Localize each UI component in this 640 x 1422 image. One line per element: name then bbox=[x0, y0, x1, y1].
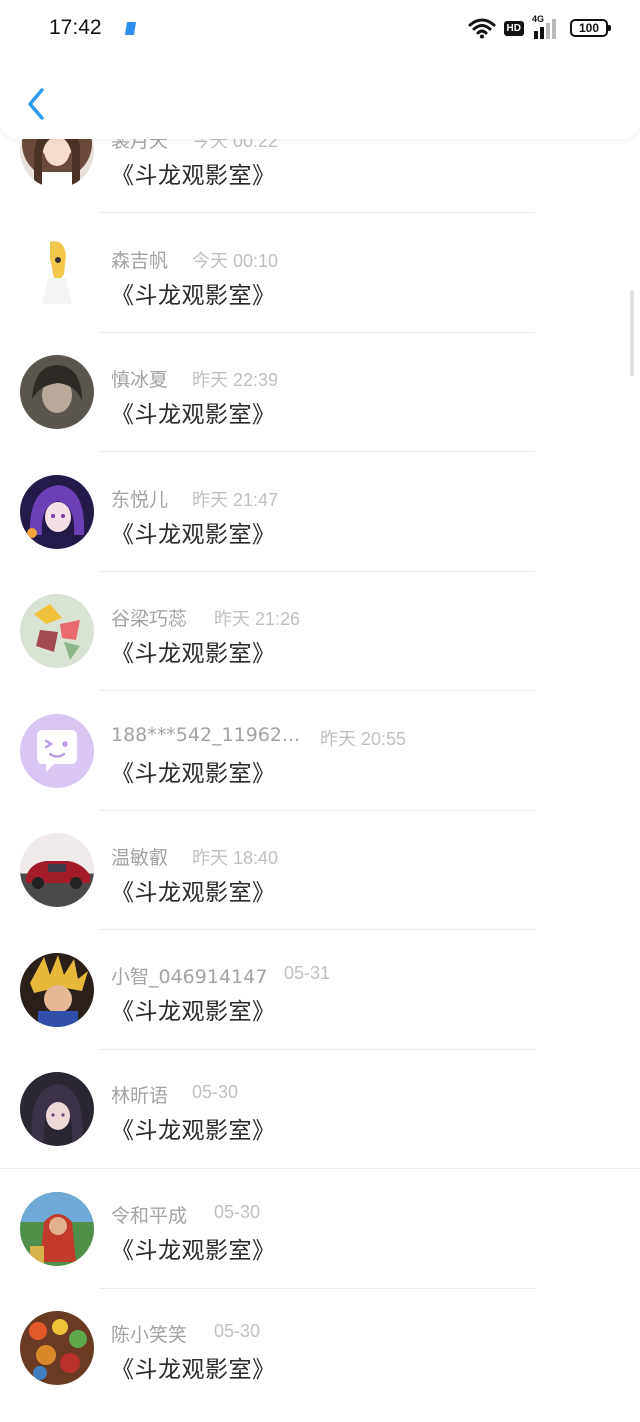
message-preview: 《斗龙观影室》 bbox=[111, 283, 276, 309]
list-item[interactable]: 慎冰夏 昨天 22:39 《斗龙观影室》 bbox=[0, 333, 640, 453]
list-item[interactable]: 东悦儿 昨天 21:47 《斗龙观影室》 bbox=[0, 453, 640, 573]
sender-name: 陈小笑笑 bbox=[111, 1324, 188, 1346]
sender-name: 林昕语 bbox=[111, 1085, 169, 1107]
message-time: 昨天 21:47 bbox=[192, 490, 279, 510]
message-preview: 《斗龙观影室》 bbox=[111, 999, 276, 1025]
message-preview: 《斗龙观影室》 bbox=[111, 761, 276, 787]
avatar[interactable] bbox=[20, 714, 94, 788]
sender-name: 小智_046914147 bbox=[111, 966, 268, 988]
list-item[interactable]: 令和平成 05-30 《斗龙观影室》 bbox=[0, 1170, 640, 1290]
sender-name: 温敏叡 bbox=[111, 847, 169, 869]
chevron-left-icon bbox=[28, 88, 44, 120]
divider bbox=[100, 451, 535, 452]
message-preview: 《斗龙观影室》 bbox=[111, 402, 276, 428]
message-preview: 《斗龙观影室》 bbox=[111, 1118, 276, 1144]
avatar[interactable] bbox=[20, 1072, 94, 1146]
avatar-image bbox=[42, 241, 72, 304]
scrollbar[interactable] bbox=[630, 290, 634, 376]
network-type-label: 4G bbox=[532, 14, 545, 24]
list-item[interactable]: 陈小笑笑 05-30 《斗龙观影室》 bbox=[0, 1289, 640, 1409]
list-item[interactable]: 森吉帆 今天 00:10 《斗龙观影室》 bbox=[0, 214, 640, 334]
avatar[interactable] bbox=[20, 953, 94, 1027]
message-time: 05-30 bbox=[214, 1202, 261, 1222]
avatar-image bbox=[26, 861, 90, 889]
divider bbox=[0, 1168, 640, 1169]
sender-name: 慎冰夏 bbox=[111, 369, 169, 391]
hd-badge: HD bbox=[503, 20, 524, 36]
sender-name: 东悦儿 bbox=[111, 489, 169, 511]
message-time: 昨天 21:26 bbox=[214, 609, 301, 629]
battery-icon: 100 bbox=[570, 19, 611, 37]
list-item[interactable]: 林昕语 05-30 《斗龙观影室》 bbox=[0, 1050, 640, 1170]
message-preview: 《斗龙观影室》 bbox=[111, 163, 276, 189]
avatar[interactable] bbox=[20, 355, 94, 429]
status-icons: HD 4G 100 bbox=[468, 14, 611, 40]
avatar[interactable] bbox=[20, 1311, 94, 1385]
sender-name: 森吉帆 bbox=[111, 250, 169, 272]
list-item[interactable]: 谷梁巧蕊 昨天 21:26 《斗龙观影室》 bbox=[0, 572, 640, 692]
list-item[interactable]: 温敏叡 昨天 18:40 《斗龙观影室》 bbox=[0, 811, 640, 931]
avatar-image bbox=[31, 1084, 83, 1142]
avatar-image bbox=[32, 365, 82, 413]
message-time: 05-30 bbox=[192, 1082, 239, 1102]
message-time: 05-30 bbox=[214, 1321, 261, 1341]
avatar[interactable] bbox=[20, 234, 94, 308]
avatar[interactable] bbox=[20, 594, 94, 668]
sender-name: 188***542_11962... bbox=[111, 724, 301, 746]
avatar[interactable] bbox=[20, 1192, 94, 1266]
message-time: 昨天 18:40 bbox=[192, 848, 279, 868]
list-item[interactable]: 188***542_11962... 昨天 20:55 《斗龙观影室》 bbox=[0, 692, 640, 812]
message-preview: 《斗龙观影室》 bbox=[111, 641, 276, 667]
divider bbox=[100, 690, 535, 691]
avatar-image bbox=[29, 1319, 87, 1380]
sender-name: 谷梁巧蕊 bbox=[111, 608, 188, 630]
avatar-image bbox=[20, 1192, 94, 1264]
message-time: 今天 00:10 bbox=[192, 251, 279, 271]
divider bbox=[100, 929, 535, 930]
message-time: 昨天 20:55 bbox=[320, 729, 407, 749]
back-button[interactable] bbox=[18, 82, 54, 126]
list-item[interactable]: 小智_046914147 05-31 《斗龙观影室》 bbox=[0, 931, 640, 1051]
divider bbox=[100, 212, 535, 213]
message-preview: 《斗龙观影室》 bbox=[111, 522, 276, 548]
sender-name: 令和平成 bbox=[111, 1205, 188, 1227]
avatar-image bbox=[27, 485, 85, 538]
message-preview: 《斗龙观影室》 bbox=[111, 880, 276, 906]
status-time: 17:42 bbox=[49, 16, 102, 39]
message-time: 昨天 22:39 bbox=[192, 370, 279, 390]
avatar-image bbox=[34, 604, 80, 660]
message-preview: 《斗龙观影室》 bbox=[111, 1238, 276, 1264]
wifi-icon bbox=[468, 18, 496, 39]
avatar[interactable] bbox=[20, 475, 94, 549]
message-list[interactable]: 裴月天 今天 00:22 《斗龙观影室》 森吉帆 今天 00:10 《斗龙观影室… bbox=[0, 0, 640, 1422]
chat-bubble-icon bbox=[37, 730, 77, 772]
avatar-image bbox=[30, 955, 88, 1027]
avatar[interactable] bbox=[20, 833, 94, 907]
message-preview: 《斗龙观影室》 bbox=[111, 1357, 276, 1383]
signal-icon: 4G bbox=[532, 14, 562, 39]
message-time: 05-31 bbox=[284, 963, 331, 983]
app-notification-icon bbox=[125, 22, 136, 35]
app-header: 17:42 HD 4G 100 bbox=[0, 0, 640, 139]
